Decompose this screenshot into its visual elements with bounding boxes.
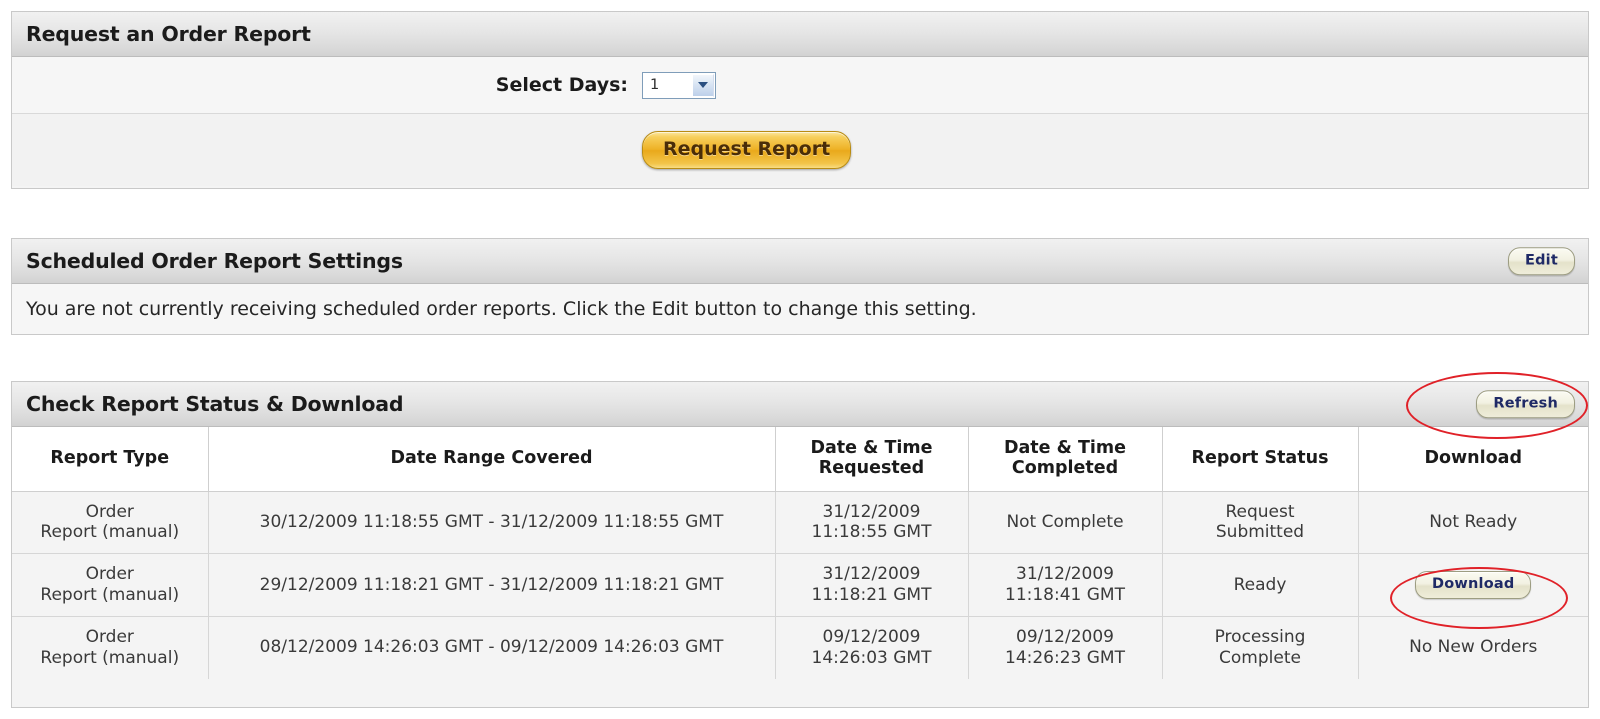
status-panel-header-actions: Refresh [1476, 390, 1575, 418]
check-report-status-panel: Check Report Status & Download Refresh R… [11, 381, 1589, 708]
cell-date-range: 29/12/2009 11:18:21 GMT - 31/12/2009 11:… [208, 553, 776, 618]
request-order-report-panel: Request an Order Report Select Days: 1 R… [11, 11, 1589, 189]
column-header-date-completed: Date & Time Completed [968, 427, 1163, 492]
column-header-line2: Completed [1011, 458, 1119, 479]
table-row: Order Report (manual) 30/12/2009 11:18:5… [12, 491, 1588, 555]
completed-line1: 09/12/2009 [1016, 627, 1114, 648]
cell-report-type: Order Report (manual) [12, 616, 209, 679]
request-panel-body: Select Days: 1 Request Report [12, 57, 1588, 186]
cell-download: Not Ready [1358, 491, 1588, 555]
completed-line1: Not Complete [1006, 511, 1124, 532]
cell-date-completed: Not Complete [968, 491, 1163, 555]
cell-download: Download [1358, 553, 1588, 618]
report-type-line1: Order [85, 501, 134, 522]
status-panel-body: Report Type Date Range Covered Date & Ti… [12, 427, 1588, 679]
edit-button[interactable]: Edit [1508, 247, 1575, 275]
column-header-line1: Report Type [50, 448, 170, 469]
column-header-report-type: Report Type [12, 427, 209, 492]
report-type-line2: Report (manual) [40, 584, 180, 605]
cell-report-type: Order Report (manual) [12, 553, 209, 618]
scheduled-panel-header-actions: Edit [1508, 247, 1575, 275]
select-days-value: 1 [650, 76, 660, 93]
cell-report-status: Request Submitted [1162, 491, 1359, 555]
column-header-report-status: Report Status [1162, 427, 1359, 492]
column-header-download: Download [1358, 427, 1588, 492]
report-type-line1: Order [85, 564, 134, 585]
report-status-table: Report Type Date Range Covered Date & Ti… [12, 427, 1588, 679]
column-header-line1: Date Range Covered [390, 448, 593, 469]
cell-report-status: Processing Complete [1162, 616, 1359, 679]
status-line1: Ready [1233, 574, 1287, 595]
cell-report-type: Order Report (manual) [12, 491, 209, 555]
requested-line1: 09/12/2009 [822, 627, 921, 648]
report-type-line2: Report (manual) [40, 647, 180, 668]
select-days-dropdown[interactable]: 1 [642, 71, 716, 99]
column-header-line1: Download [1424, 448, 1523, 469]
page-root: Request an Order Report Select Days: 1 R… [0, 0, 1600, 719]
download-status-text: No New Orders [1409, 637, 1538, 658]
requested-line1: 31/12/2009 [822, 501, 921, 522]
select-days-row: Select Days: 1 [12, 57, 1588, 114]
select-days-label: Select Days: [495, 74, 628, 96]
requested-line1: 31/12/2009 [822, 564, 921, 585]
status-line2: Complete [1219, 647, 1301, 668]
download-status-text: Not Ready [1429, 511, 1518, 532]
chevron-down-icon[interactable] [692, 73, 714, 97]
completed-line2: 14:26:23 GMT [1005, 647, 1125, 668]
cell-report-status: Ready [1162, 553, 1359, 618]
cell-date-range: 30/12/2009 11:18:55 GMT - 31/12/2009 11:… [208, 491, 776, 555]
table-row: Order Report (manual) 08/12/2009 14:26:0… [12, 616, 1588, 679]
cell-date-completed: 31/12/2009 11:18:41 GMT [968, 553, 1163, 618]
report-type-line2: Report (manual) [40, 521, 180, 542]
scheduled-panel-body: You are not currently receiving schedule… [12, 284, 1588, 334]
request-report-button[interactable]: Request Report [642, 131, 852, 169]
cell-date-completed: 09/12/2009 14:26:23 GMT [968, 616, 1163, 679]
column-header-line1: Report Status [1191, 448, 1329, 469]
column-header-line1: Date & Time [1003, 438, 1127, 458]
cell-download: No New Orders [1358, 616, 1588, 679]
status-line1: Processing [1214, 627, 1306, 648]
panel-title-scheduled: Scheduled Order Report Settings [26, 249, 403, 273]
download-button[interactable]: Download [1415, 571, 1532, 599]
request-report-row: Request Report [12, 114, 1588, 186]
scheduled-order-report-settings-panel: Scheduled Order Report Settings Edit You… [11, 238, 1589, 335]
column-header-date-range: Date Range Covered [208, 427, 776, 492]
table-row: Order Report (manual) 29/12/2009 11:18:2… [12, 553, 1588, 618]
panel-title-status: Check Report Status & Download [26, 392, 404, 416]
scheduled-notice-text: You are not currently receiving schedule… [12, 284, 1588, 334]
table-header-row: Report Type Date Range Covered Date & Ti… [12, 427, 1588, 492]
requested-line2: 14:26:03 GMT [811, 647, 932, 668]
cell-date-requested: 31/12/2009 11:18:21 GMT [775, 553, 969, 618]
status-line1: Request [1225, 501, 1295, 522]
cell-date-range: 08/12/2009 14:26:03 GMT - 09/12/2009 14:… [208, 616, 776, 679]
requested-line2: 11:18:21 GMT [811, 584, 932, 605]
completed-line2: 11:18:41 GMT [1005, 584, 1125, 605]
refresh-button[interactable]: Refresh [1476, 390, 1575, 418]
column-header-line2: Requested [818, 458, 925, 479]
column-header-line1: Date & Time [810, 438, 933, 458]
panel-title-request: Request an Order Report [26, 22, 311, 46]
cell-date-requested: 31/12/2009 11:18:55 GMT [775, 491, 969, 555]
scheduled-panel-header: Scheduled Order Report Settings Edit [12, 239, 1588, 284]
request-panel-header: Request an Order Report [12, 12, 1588, 57]
status-panel-header: Check Report Status & Download Refresh [12, 382, 1588, 427]
report-type-line1: Order [85, 627, 134, 648]
status-line2: Submitted [1215, 521, 1305, 542]
cell-date-requested: 09/12/2009 14:26:03 GMT [775, 616, 969, 679]
completed-line1: 31/12/2009 [1016, 564, 1114, 585]
requested-line2: 11:18:55 GMT [811, 521, 932, 542]
column-header-date-requested: Date & Time Requested [775, 427, 969, 492]
